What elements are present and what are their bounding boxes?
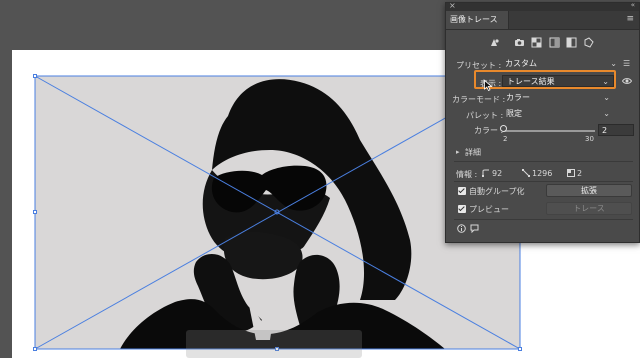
contextual-toolbar[interactable] <box>186 330 362 358</box>
cursor-icon <box>484 80 492 91</box>
palette-dropdown[interactable]: 限定 ⌄ <box>502 108 614 120</box>
palette-label: パレット : <box>466 111 504 120</box>
preview-label: プレビュー <box>469 205 509 214</box>
handle-bottom-left[interactable] <box>33 347 37 351</box>
panel-titlebar[interactable]: × « <box>446 1 639 11</box>
handle-top-left[interactable] <box>33 74 37 78</box>
expand-button[interactable]: 拡張 <box>546 184 632 197</box>
grayscale-icon[interactable] <box>549 37 560 48</box>
colors-slider-thumb[interactable] <box>499 125 507 132</box>
eye-icon[interactable] <box>622 77 632 85</box>
panel-menu-icon[interactable]: ≡ <box>626 14 634 24</box>
colors-max-label: 30 <box>585 135 594 143</box>
preset-list-icon[interactable]: ☰ <box>623 59 630 68</box>
preview-checkbox[interactable] <box>458 205 466 213</box>
anchor-count-icon <box>482 169 489 177</box>
low-color-icon[interactable] <box>531 37 542 48</box>
divider-1 <box>454 161 633 162</box>
colors-value-field[interactable]: 2 <box>598 124 634 136</box>
auto-group-label: 自動グループ化 <box>469 187 525 196</box>
divider-2 <box>454 181 633 182</box>
color-mode-label: カラーモード : <box>452 95 506 104</box>
preset-dropdown[interactable]: カスタム ⌄ <box>501 58 621 70</box>
anchor-count: 92 <box>492 169 503 178</box>
collapse-icon[interactable]: « <box>631 1 635 9</box>
auto-group-checkbox[interactable] <box>458 187 466 195</box>
image-trace-panel: × « 画像トレース ≡ プリセット : カスタム⌄ ☰ 表 <box>445 1 640 243</box>
divider-3 <box>454 219 633 220</box>
info-icon[interactable] <box>457 224 466 233</box>
tab-image-trace[interactable]: 画像トレース <box>446 11 509 29</box>
color-mode-dropdown[interactable]: カラー ⌄ <box>502 92 614 104</box>
colors-min-label: 2 <box>503 135 508 143</box>
black-and-white-icon[interactable] <box>566 37 577 48</box>
panel-tabbar: 画像トレース ≡ <box>446 11 639 30</box>
handle-middle-left[interactable] <box>33 210 37 214</box>
high-color-icon[interactable] <box>514 37 525 48</box>
outline-icon[interactable] <box>583 37 594 48</box>
comment-icon[interactable] <box>470 224 479 233</box>
auto-color-icon[interactable] <box>489 37 500 48</box>
trace-button[interactable]: トレース <box>546 202 632 215</box>
color-count-icon <box>567 169 575 177</box>
colors-slider-track[interactable] <box>503 130 595 132</box>
close-icon[interactable]: × <box>449 1 456 10</box>
path-count: 1296 <box>532 169 553 178</box>
display-highlight-box <box>474 70 616 89</box>
color-count: 2 <box>577 169 583 178</box>
colors-label: カラー : <box>474 126 503 135</box>
advanced-label[interactable]: 詳細 <box>465 147 481 158</box>
handle-bottom-right[interactable] <box>518 347 522 351</box>
path-count-icon <box>522 169 530 177</box>
info-label: 情報 : <box>456 170 478 179</box>
advanced-disclosure-icon[interactable]: ▸ <box>456 148 460 156</box>
